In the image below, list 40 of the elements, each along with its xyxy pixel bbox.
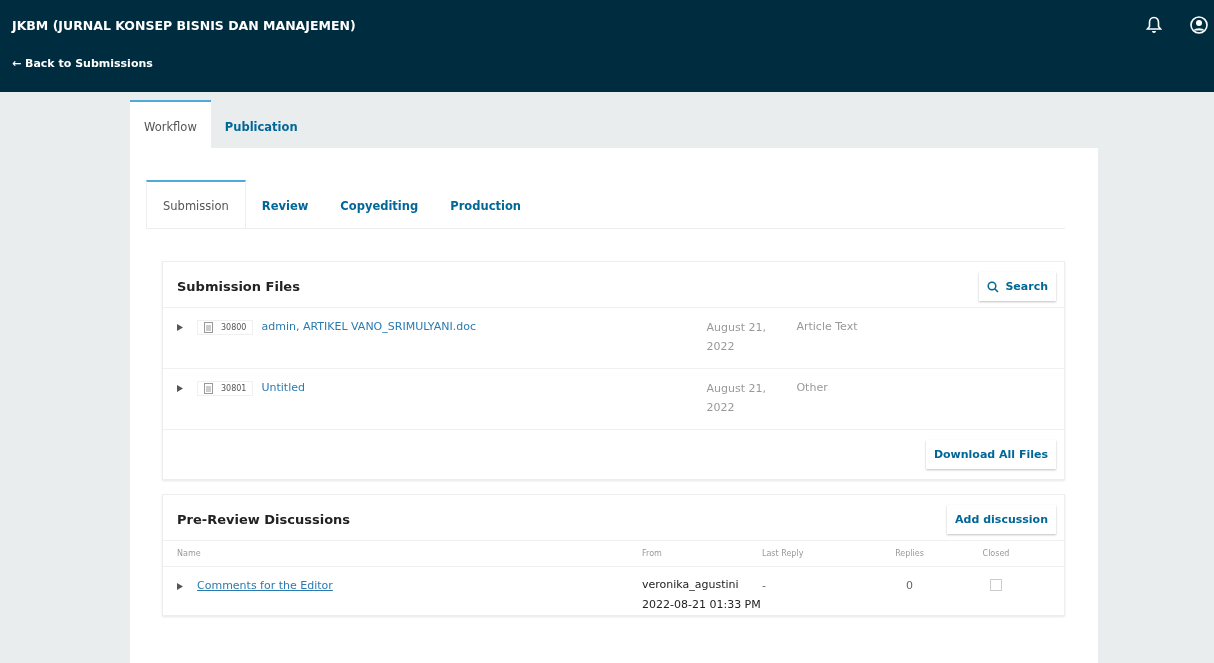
file-link[interactable]: admin, ARTIKEL VANO_SRIMULYANI.doc <box>261 320 707 333</box>
column-header: From <box>642 549 663 558</box>
bell-icon[interactable] <box>1146 16 1162 34</box>
file-type: Other <box>796 381 828 394</box>
expand-icon[interactable] <box>177 583 183 590</box>
stage-tab[interactable]: Production <box>434 180 537 228</box>
replies-count: 0 <box>905 579 914 594</box>
stage-tab[interactable]: Review <box>245 180 325 228</box>
file-id: 30801 <box>221 384 247 393</box>
column-header: Closed <box>981 549 1011 558</box>
column-header: Name <box>177 549 202 558</box>
closed-checkbox[interactable] <box>990 579 1002 591</box>
tab[interactable]: Workflow <box>130 100 211 148</box>
file-type: Article Text <box>796 320 858 333</box>
section-title: Pre-Review Discussions <box>177 512 351 527</box>
download-all-button[interactable]: Download All Files <box>925 440 1056 469</box>
last-reply-cell-text: - <box>762 579 767 594</box>
stage-tab[interactable]: Copyediting <box>324 180 435 228</box>
expand-icon[interactable] <box>177 324 183 331</box>
section-title: Submission Files <box>177 279 300 294</box>
stage-tab[interactable]: Submission <box>146 180 246 228</box>
journal-title: JKBM (JURNAL KONSEP BISNIS DAN MANAJEMEN) <box>12 17 356 33</box>
expand-icon[interactable] <box>177 385 183 392</box>
posted-date: 2022-08-21 01:33 PM <box>642 597 762 613</box>
discussion-link[interactable]: Comments for the Editor <box>197 579 333 592</box>
tab[interactable]: Publication <box>210 100 312 148</box>
file-link[interactable]: Untitled <box>261 381 707 394</box>
column-header: Replies <box>894 549 925 558</box>
user-avatar-icon[interactable] <box>1190 16 1208 34</box>
author-name: veronika_agustini <box>642 577 740 593</box>
file-id: 30800 <box>221 323 247 332</box>
file-date: August 21, 2022 <box>706 320 767 355</box>
file-icon <box>204 322 213 333</box>
add-discussion-button[interactable]: Add discussion <box>947 505 1056 534</box>
search-icon <box>987 280 1000 293</box>
search-button[interactable]: Search <box>979 272 1056 301</box>
back-link[interactable]: ← Back to Submissions <box>12 57 1202 70</box>
file-icon <box>204 383 213 394</box>
file-date: August 21, 2022 <box>706 381 767 416</box>
column-header: Last Reply <box>762 549 805 558</box>
